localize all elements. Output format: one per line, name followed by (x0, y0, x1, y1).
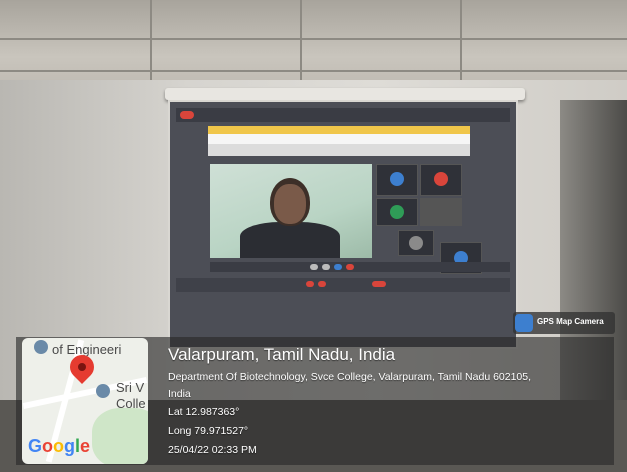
google-logo-letter: o (42, 436, 54, 456)
gps-camera-badge: GPS Map Camera (513, 312, 615, 334)
google-logo-letter: o (53, 436, 65, 456)
participant-avatar (390, 172, 404, 186)
toolbar-button (334, 264, 342, 270)
speaker-face (274, 184, 306, 224)
datetime-text: 25/04/22 02:33 PM (168, 444, 257, 456)
map-label-mid2: Colle (116, 396, 146, 411)
leave-button (372, 281, 386, 287)
browser-address-bar (208, 134, 470, 144)
browser-tab-strip (208, 126, 470, 134)
toolbar-button (310, 264, 318, 270)
meeting-top-bar (176, 108, 510, 122)
participant-avatar (409, 236, 423, 250)
google-logo-letter: g (64, 436, 76, 456)
address-line-1: Department Of Biotechnology, Svce Colleg… (168, 371, 532, 383)
classroom-photo: GPS Map Camera of Engineeri Sri V Colle … (0, 0, 627, 472)
participant-tile (376, 164, 418, 196)
google-logo: Google (28, 436, 90, 457)
meeting-toolbar (210, 262, 510, 272)
participant-tile (376, 198, 418, 226)
map-pin-center (78, 363, 86, 371)
ceiling-grid-line (0, 70, 627, 72)
longitude-text: Long 79.971527° (168, 425, 249, 437)
google-logo-letter: e (80, 436, 91, 456)
map-park-area (92, 408, 148, 464)
latitude-text: Lat 12.987363° (168, 406, 240, 418)
participant-avatar (434, 172, 448, 186)
shared-browser-window (208, 126, 470, 156)
map-camera-icon (515, 314, 533, 332)
speaker-suit (240, 222, 340, 258)
map-label-mid1: Sri V (116, 380, 145, 395)
location-title: Valarpuram, Tamil Nadu, India (168, 345, 396, 364)
badge-label: GPS Map Camera (537, 317, 604, 326)
map-thumbnail: of Engineeri Sri V Colle Google (22, 338, 148, 464)
toolbar-button (346, 264, 354, 270)
speaker-video (210, 164, 372, 258)
projector-screen-housing (165, 88, 525, 100)
participant-tile (420, 164, 462, 196)
participant-tile (420, 198, 462, 226)
toolbar-button (322, 264, 330, 270)
record-indicator (180, 111, 194, 119)
map-poi-icon (34, 340, 48, 354)
end-call-button (306, 281, 314, 287)
participant-avatar (390, 205, 404, 219)
meeting-bottom-bar (176, 278, 510, 292)
participant-tile (398, 230, 434, 256)
ceiling-grid-line (0, 38, 627, 40)
google-logo-letter: G (28, 436, 43, 456)
projector-screen (168, 100, 518, 349)
address-line-2: India (168, 388, 191, 400)
mic-button (318, 281, 326, 287)
map-poi-icon (96, 384, 110, 398)
